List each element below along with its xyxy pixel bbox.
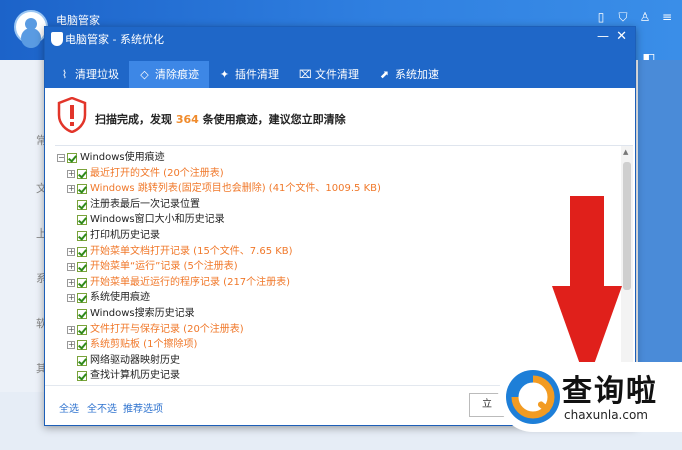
tree-expander-icon[interactable]: + — [67, 169, 75, 178]
tree-item-label: 开始菜单“运行”记录 (5个注册表) — [90, 261, 238, 273]
watermark-url: chaxunla.com — [564, 408, 648, 422]
tab-label: 系统加速 — [395, 68, 439, 81]
tree-item[interactable]: + Windows 跳转列表(固定项目也会删除) (41个文件、1009.5 KB… — [67, 181, 381, 197]
tree-checkbox[interactable] — [77, 277, 87, 288]
scan-result-text: 扫描完成，发现 364 条使用痕迹，建议您立即清除 — [95, 111, 346, 127]
tree-item[interactable]: + 开始菜单文档打开记录 (15个文件、7.65 KB) — [67, 244, 293, 260]
tree-item[interactable]: + 开始菜单最近运行的程序记录 (217个注册表) — [67, 275, 290, 291]
tree-expander-icon[interactable]: + — [67, 185, 75, 194]
watermark-text: 查询啦 — [562, 374, 658, 409]
recommended-link[interactable]: 推荐选项 — [123, 400, 163, 415]
tab-file-clean[interactable]: ⌧ 文件清理 — [289, 60, 369, 88]
tree-item[interactable]: 注册表最后一次记录位置 — [67, 197, 200, 213]
tree-expander-icon[interactable]: + — [67, 325, 75, 334]
tree-item[interactable]: 打印机历史记录 — [67, 228, 160, 244]
tree-item-label: Windows使用痕迹 — [80, 152, 165, 163]
tree-checkbox[interactable] — [67, 153, 77, 163]
tree-checkbox[interactable] — [77, 215, 87, 226]
tree-item-label: 打印机历史记录 — [90, 230, 160, 241]
tree-item[interactable]: + 最近打开的文件 (20个注册表) — [67, 166, 224, 182]
watermark: 查询啦 chaxunla.com — [498, 362, 682, 432]
select-all-link[interactable]: 全选 — [59, 400, 79, 415]
minimize-icon[interactable]: — — [597, 29, 609, 43]
scan-result-prefix: 扫描完成，发现 — [95, 113, 176, 126]
tab-label: 插件清理 — [235, 68, 279, 81]
broom-icon: ⌇ — [61, 67, 68, 81]
app-shield-icon — [51, 32, 63, 46]
tree-checkbox[interactable] — [77, 199, 87, 210]
tree-expander-icon[interactable]: + — [67, 341, 75, 350]
tree-checkbox[interactable] — [77, 309, 87, 319]
tree-checkbox[interactable] — [77, 371, 87, 382]
tree-expander-icon[interactable]: + — [67, 294, 75, 303]
puzzle-icon: ✦ — [219, 67, 230, 81]
trash-icon: ⌧ — [299, 67, 312, 81]
tree-checkbox[interactable] — [77, 324, 87, 335]
tab-clear-traces[interactable]: ◇ 清除痕迹 — [129, 60, 209, 88]
tree-item[interactable]: + 开始菜单“运行”记录 (5个注册表) — [67, 259, 238, 275]
tree-item-label: 最近打开的文件 (20个注册表) — [90, 167, 224, 179]
warning-icon — [57, 97, 87, 133]
tree-checkbox[interactable] — [77, 293, 87, 304]
tree-item[interactable]: + 系统剪贴板 (1个擦除项) — [67, 337, 197, 353]
tree-checkbox[interactable] — [77, 246, 87, 257]
watermark-logo-icon — [506, 370, 560, 424]
menu-icon[interactable]: ≡ — [660, 10, 674, 24]
dialog-title: 电脑管家 - 系统优化 — [65, 33, 164, 46]
tree-checkbox[interactable] — [77, 262, 87, 273]
tab-bar: ⌇ 清理垃圾 ◇ 清除痕迹 ✦ 插件清理 ⌧ 文件清理 ⬈ 系统加速 — [45, 60, 635, 88]
tab-label: 清除痕迹 — [155, 68, 199, 81]
tree-item-label: 系统剪贴板 (1个擦除项) — [90, 339, 198, 351]
phone-icon[interactable]: ▯ — [594, 10, 608, 24]
tree-expander-icon[interactable]: − — [57, 154, 65, 162]
tree-item-label: 注册表最后一次记录位置 — [90, 198, 200, 210]
window-controls: ▯ ⛉ ♙ ≡ — [594, 10, 674, 24]
tree-item-label: 开始菜单最近运行的程序记录 (217个注册表) — [90, 276, 291, 288]
tree-checkbox[interactable] — [77, 231, 87, 241]
tree-item[interactable]: Windows搜索历史记录 — [67, 306, 195, 322]
shield-icon[interactable]: ⛉ — [616, 10, 630, 24]
trace-count: 364 — [175, 113, 199, 126]
scroll-up-icon[interactable]: ▲ — [623, 148, 628, 156]
eraser-icon: ◇ — [140, 67, 149, 81]
tree-item[interactable]: − Windows使用痕迹 — [57, 150, 165, 166]
tree-item-label: Windows搜索历史记录 — [90, 308, 195, 319]
tab-label: 文件清理 — [315, 68, 359, 81]
tree-item[interactable]: + 系统使用痕迹 — [67, 290, 150, 306]
tree-checkbox[interactable] — [77, 168, 87, 179]
tab-plugin-clean[interactable]: ✦ 插件清理 — [209, 60, 289, 88]
tree-expander-icon[interactable]: + — [67, 247, 75, 256]
tree-item-label: 开始菜单文档打开记录 (15个文件、7.65 KB) — [90, 245, 293, 257]
tree-checkbox[interactable] — [77, 184, 87, 195]
tree-checkbox[interactable] — [77, 340, 87, 351]
tree-item-label: 网络驱动器映射历史 — [90, 354, 180, 366]
tree-item[interactable]: 网络驱动器映射历史 — [67, 353, 180, 369]
dialog-titlebar: 电脑管家 - 系统优化 — ✕ — [45, 27, 635, 61]
shirt-icon[interactable]: ♙ — [638, 10, 652, 24]
tree-item-label: Windows窗口大小和历史记录 — [90, 214, 225, 226]
tree-expander-icon[interactable]: + — [67, 278, 75, 287]
tree-item-label: 查找计算机历史记录 — [90, 370, 180, 382]
select-none-link[interactable]: 全不选 — [87, 400, 117, 415]
tree-item-label: Windows 跳转列表(固定项目也会删除) (41个文件、1009.5 KB) — [90, 183, 381, 195]
tab-clean-junk[interactable]: ⌇ 清理垃圾 — [49, 60, 129, 88]
tree-item-label: 系统使用痕迹 — [90, 292, 150, 304]
tree-item[interactable]: + 文件打开与保存记录 (20个注册表) — [67, 322, 244, 338]
red-arrow-annotation — [552, 196, 622, 384]
tree-item[interactable]: Windows窗口大小和历史记录 — [67, 212, 225, 228]
avatar[interactable] — [14, 10, 48, 44]
tree-item[interactable]: 查找计算机历史记录 — [67, 368, 180, 384]
tree-checkbox[interactable] — [77, 355, 87, 366]
speed-icon: ⬈ — [379, 67, 390, 81]
tree-item-label: 文件打开与保存记录 (20个注册表) — [90, 323, 244, 335]
tab-label: 清理垃圾 — [75, 68, 119, 81]
scan-result-suffix: 条使用痕迹，建议您立即清除 — [198, 113, 346, 126]
tree-expander-icon[interactable]: + — [67, 263, 75, 272]
traces-tree: − Windows使用痕迹 + 最近打开的文件 (20个注册表) + Windows 跳转… — [55, 145, 633, 385]
tab-system-speedup[interactable]: ⬈ 系统加速 — [369, 60, 449, 88]
scan-result-banner: 扫描完成，发现 364 条使用痕迹，建议您立即清除 — [55, 97, 625, 143]
close-icon[interactable]: ✕ — [616, 29, 627, 44]
